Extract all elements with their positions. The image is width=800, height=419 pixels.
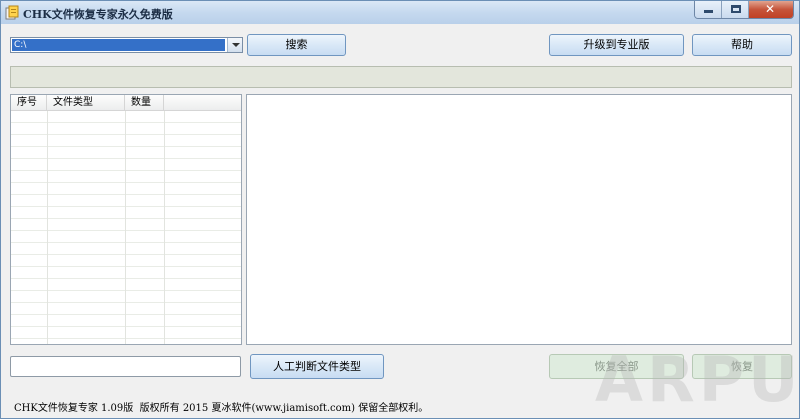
restore-button[interactable]: 恢复 xyxy=(692,354,792,379)
progress-bar xyxy=(10,66,792,88)
window-controls: ✕ xyxy=(694,1,794,19)
maximize-button[interactable] xyxy=(722,1,749,18)
column-divider xyxy=(164,111,165,344)
list-rows[interactable] xyxy=(11,111,241,344)
title-bar[interactable]: CHK文件恢复专家永久免费版 ✕ xyxy=(1,1,799,24)
column-header-type[interactable]: 文件类型 xyxy=(47,95,125,111)
column-divider xyxy=(47,111,48,344)
drive-select[interactable]: C:\ xyxy=(10,37,243,53)
restore-all-button[interactable]: 恢复全部 xyxy=(549,354,684,379)
upgrade-button[interactable]: 升级到专业版 xyxy=(549,34,684,56)
file-preview-panel[interactable] xyxy=(246,94,792,345)
chevron-down-icon[interactable] xyxy=(227,38,242,52)
column-header-empty xyxy=(164,95,241,111)
file-type-list[interactable]: 序号 文件类型 数量 xyxy=(10,94,242,345)
drive-select-value: C:\ xyxy=(12,39,225,51)
window-title: CHK文件恢复专家永久免费版 xyxy=(23,8,173,21)
file-name-input[interactable] xyxy=(10,356,241,377)
copyright-text: CHK文件恢复专家 1.09版 版权所有 2015 夏冰软件(www.jiami… xyxy=(14,403,429,414)
close-icon: ✕ xyxy=(765,2,776,16)
help-button[interactable]: 帮助 xyxy=(692,34,792,56)
list-header: 序号 文件类型 数量 xyxy=(11,95,241,111)
main-window: CHK文件恢复专家永久免费版 ✕ C:\ 搜索 升级到专业版 帮助 序号 文件类… xyxy=(0,0,800,419)
column-header-index[interactable]: 序号 xyxy=(11,95,47,111)
column-header-count[interactable]: 数量 xyxy=(125,95,164,111)
minimize-icon xyxy=(704,10,713,13)
manual-file-type-button[interactable]: 人工判断文件类型 xyxy=(250,354,384,379)
search-button[interactable]: 搜索 xyxy=(247,34,346,56)
column-divider xyxy=(125,111,126,344)
app-icon xyxy=(5,5,19,20)
close-button[interactable]: ✕ xyxy=(749,1,793,18)
maximize-icon xyxy=(731,5,741,13)
minimize-button[interactable] xyxy=(695,1,722,18)
